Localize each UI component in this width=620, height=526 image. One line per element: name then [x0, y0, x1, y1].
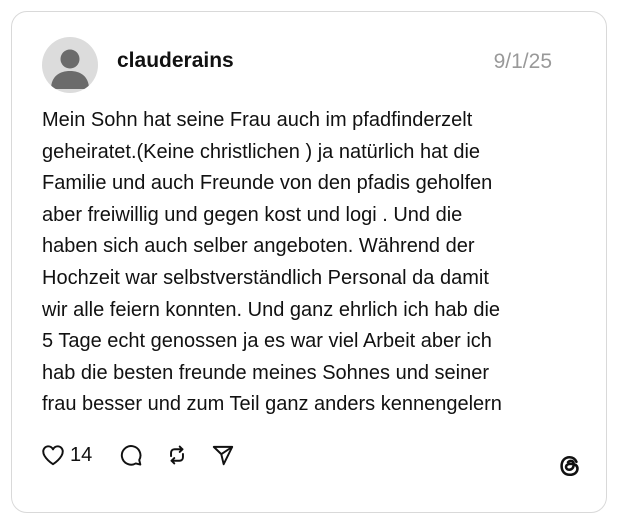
post-text-line: frau besser und zum Teil ganz anders ken… — [42, 393, 502, 416]
post-text-line: Familie und auch Freunde von den pfadis … — [42, 172, 493, 195]
post-text-line: Hochzeit war selbstverständlich Personal… — [42, 266, 489, 289]
post-text-line: 5 Tage echt genossen ja es war viel Arbe… — [42, 330, 492, 353]
default-avatar-icon — [51, 49, 89, 89]
heart-icon — [42, 445, 64, 466]
avatar[interactable] — [42, 37, 98, 93]
share-button[interactable] — [210, 442, 236, 468]
username[interactable]: clauderains — [117, 49, 234, 73]
post-text-line: hab die besten freunde meines Sohnes und… — [42, 361, 489, 384]
like-count: 14 — [70, 443, 93, 466]
post-text-line: wir alle feiern konnten. Und ganz ehrlic… — [42, 298, 501, 321]
post-timestamp: 9/1/25 — [493, 50, 552, 73]
post-text-line: geheiratet.(Keine christlichen ) ja natü… — [42, 140, 481, 163]
post-card: clauderains 9/1/25 Mein Sohn hat seine F… — [11, 11, 607, 513]
post-text: Mein Sohn hat seine Frau auch im pfadfin… — [42, 105, 582, 421]
threads-logo-icon — [560, 455, 579, 477]
repost-icon — [170, 445, 185, 465]
like-button[interactable]: 14 — [40, 442, 92, 468]
comment-button[interactable] — [118, 442, 144, 468]
repost-button[interactable] — [164, 442, 190, 468]
post-text-line: aber freiwillig und gegen kost und logi … — [42, 203, 463, 226]
post-text-line: Mein Sohn hat seine Frau auch im pfadfin… — [42, 109, 473, 131]
action-bar: 14 — [40, 440, 236, 470]
share-icon — [213, 445, 234, 466]
post-text-line: haben sich auch selber angeboten. Währen… — [42, 235, 475, 258]
comment-icon — [121, 445, 142, 466]
